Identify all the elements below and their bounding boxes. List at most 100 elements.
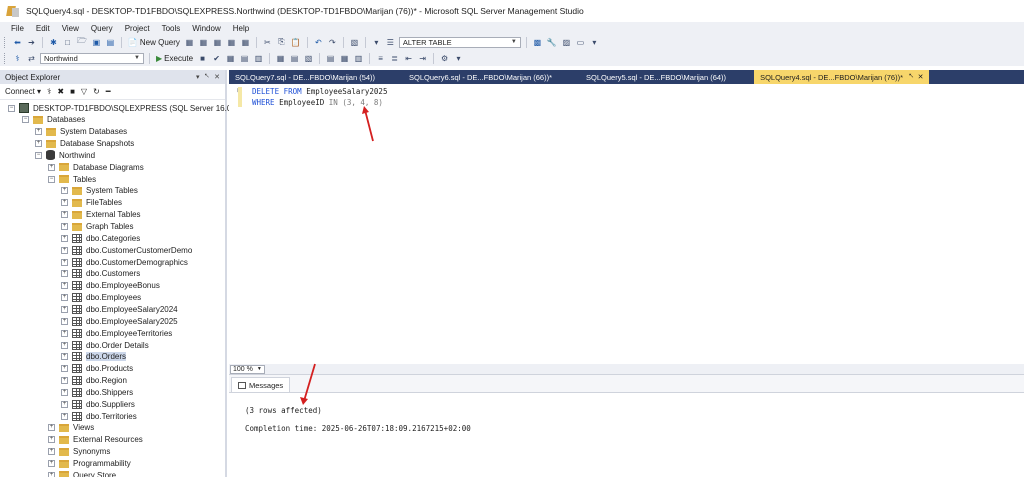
tree-node[interactable]: + Graph Tables [61,221,133,233]
tree-node[interactable]: − Tables [48,173,96,185]
expand-icon[interactable]: + [61,305,68,313]
client-stats-icon[interactable]: ▧ [303,52,314,64]
toolbar-grip[interactable] [4,52,7,64]
dax-query-icon[interactable]: ▦ [240,36,251,48]
save-icon[interactable]: ▣ [91,36,102,48]
redo-icon[interactable]: ↷ [327,36,338,48]
open-file-icon[interactable]: 🗁 [76,36,88,48]
connect-object-icon[interactable]: ⚕ [47,87,51,96]
save-all-icon[interactable]: ▤ [105,36,116,48]
tree-node[interactable]: + Views [48,422,94,434]
find-dropdown-icon[interactable]: ▾ [371,36,382,48]
mdx-query-icon[interactable]: ▦ [198,36,209,48]
cut-icon[interactable]: ✂ [262,36,273,48]
menu-window[interactable]: Window [186,24,226,33]
change-connection-icon[interactable]: ⇄ [26,52,37,64]
tree-node[interactable]: − DESKTOP-TD1FBDO\SQLEXPRESS (SQL Server … [8,102,246,114]
expand-icon[interactable]: + [48,448,55,456]
expand-icon[interactable]: + [61,211,68,219]
tree-node[interactable]: + dbo.Customers [61,268,140,280]
close-icon[interactable]: ✕ [214,73,220,81]
tree-node[interactable]: + dbo.Products [61,363,133,375]
tree-node[interactable]: + External Resources [48,434,143,446]
expand-icon[interactable]: + [61,377,68,385]
pin-icon[interactable]: ⭦ [205,73,210,81]
results-to-file-icon[interactable]: ▥ [353,52,364,64]
tree-node[interactable]: + dbo.CustomerCustomerDemo [61,244,192,256]
expand-icon[interactable]: + [61,234,68,242]
copy-icon[interactable]: ⎘ [276,36,287,48]
activity-monitor-icon[interactable]: ━ [106,87,111,96]
tree-node[interactable]: + dbo.Region [61,375,127,387]
parse-checkmark-icon[interactable]: ✔ [211,52,222,64]
expand-icon[interactable]: + [35,140,42,148]
expand-icon[interactable]: + [61,187,68,195]
menu-view[interactable]: View [56,24,85,33]
tree-node[interactable]: + dbo.Employees [61,292,141,304]
xmla-query-icon[interactable]: ▦ [226,36,237,48]
collapse-icon[interactable]: − [8,104,15,112]
expand-icon[interactable]: + [61,223,68,230]
tree-node[interactable]: + dbo.Order Details [61,339,149,351]
menu-help[interactable]: Help [227,24,255,33]
expand-icon[interactable]: + [61,282,68,290]
tree-node[interactable]: + Programmability [48,458,131,470]
zoom-combo[interactable]: 100 % ▼ [230,364,265,374]
tree-node[interactable]: + dbo.EmployeeTerritories [61,327,172,339]
toolbox-icon[interactable]: ▨ [561,36,572,48]
menu-file[interactable]: File [5,24,30,33]
tab-sqlquery5[interactable]: SQLQuery5.sql - DE...FBDO\Marijan (64)) [580,70,732,84]
expand-icon[interactable]: + [48,471,55,477]
refresh-icon[interactable]: ↻ [93,87,100,96]
back-icon[interactable]: ⬅ [12,36,23,48]
disconnect-icon[interactable]: ✖ [57,87,64,96]
expand-icon[interactable]: + [61,400,68,408]
execute-button[interactable]: ▶ Execute [155,52,194,64]
properties-wrench-icon[interactable]: 🔧 [546,36,558,48]
connect-icon[interactable]: ⚕ [12,52,23,64]
tree-node[interactable]: + dbo.Categories [61,232,140,244]
query-editor[interactable]: ⊟ DELETE FROM EmployeeSalary2025 WHERE E… [229,84,1024,364]
specify-values-icon[interactable]: ⚙ [439,52,450,64]
expand-icon[interactable]: + [61,258,68,266]
menu-tools[interactable]: Tools [156,24,187,33]
expand-icon[interactable]: + [61,341,68,349]
expand-icon[interactable]: + [61,317,68,325]
expand-icon[interactable]: + [61,199,68,207]
find-combo[interactable]: ALTER TABLE ▼ [398,36,521,48]
collapse-icon[interactable]: − [48,175,55,183]
window-position-icon[interactable]: ▾ [196,73,200,81]
display-plan-icon[interactable]: ▦ [225,52,236,64]
expand-icon[interactable]: + [61,412,68,420]
tree-node[interactable]: + dbo.Suppliers [61,398,135,410]
menu-project[interactable]: Project [119,24,156,33]
live-stats-icon[interactable]: ▤ [289,52,300,64]
tree-node[interactable]: + Database Diagrams [48,161,144,173]
expand-icon[interactable]: + [35,128,42,136]
toolbar-grip[interactable] [4,36,7,48]
pin-tab-icon[interactable]: ⭦ [909,73,914,81]
expand-icon[interactable]: + [48,163,55,171]
increase-indent-icon[interactable]: ⇥ [417,52,428,64]
forward-icon[interactable]: ➔ [26,36,37,48]
tree-node[interactable]: + Query Store [48,469,116,477]
collapse-icon[interactable]: − [35,151,42,159]
intellisense-icon[interactable]: ▥ [253,52,264,64]
tree-node[interactable]: − Databases [22,114,85,126]
tree-node[interactable]: + dbo.EmployeeSalary2025 [61,315,178,327]
dmx-query-icon[interactable]: ▦ [212,36,223,48]
results-to-text-icon[interactable]: ▤ [325,52,336,64]
results-to-grid-icon[interactable]: ▦ [339,52,350,64]
activity-monitor-icon[interactable]: ▩ [532,36,543,48]
tree-node[interactable]: + dbo.Shippers [61,386,133,398]
paste-icon[interactable]: 📋 [290,36,302,48]
code-line-1[interactable]: DELETE FROM EmployeeSalary2025 [252,87,387,96]
expand-icon[interactable]: + [61,270,68,278]
tree-node[interactable]: − Northwind [35,149,95,161]
tab-sqlquery4[interactable]: SQLQuery4.sql - DE...FBDO\Marijan (76))*… [754,70,930,84]
expand-icon[interactable]: + [61,388,68,396]
filter-icon[interactable]: ▽ [81,87,87,96]
solution-explorer-icon[interactable]: ▧ [349,36,360,48]
expand-icon[interactable]: + [61,365,68,373]
tab-sqlquery6[interactable]: SQLQuery6.sql - DE...FBDO\Marijan (66))* [403,70,558,84]
